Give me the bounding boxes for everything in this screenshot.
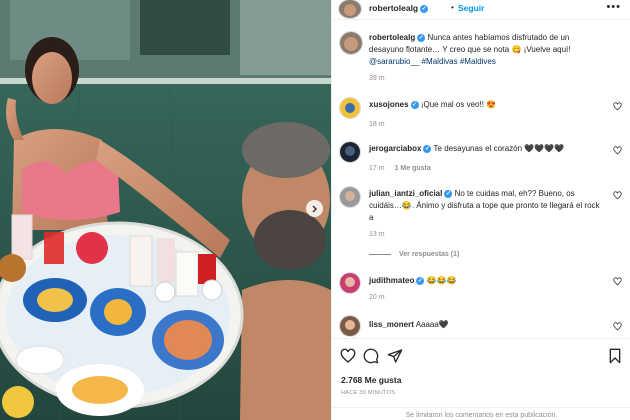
avatar-image: [339, 0, 361, 18]
likes-count[interactable]: 2.768 Me gusta: [341, 375, 401, 385]
comment-bubble-icon[interactable]: [363, 348, 379, 364]
verified-badge-icon: ✓: [417, 33, 426, 42]
comment-body: 😂😂😂: [426, 276, 457, 285]
avatar-image: [340, 273, 360, 293]
heart-icon[interactable]: [613, 102, 622, 111]
heart-icon[interactable]: [613, 277, 622, 286]
avatar-image: [340, 98, 360, 118]
comment-username[interactable]: xusojones: [369, 100, 409, 109]
comments-limited-notice: Se limitaron los comentarios en esta pub…: [332, 407, 630, 420]
caption-username[interactable]: robertolealg: [369, 33, 415, 42]
comment-meta: 20 m: [369, 294, 385, 301]
comment-likes[interactable]: 1 Me gusta: [395, 165, 431, 172]
replies-divider: [369, 253, 391, 255]
heart-icon[interactable]: [613, 322, 622, 331]
breakfast-pool-photo: [0, 0, 331, 420]
heart-icon[interactable]: [613, 191, 622, 200]
comment-text: xusojones ✓ ¡Que mal os veo!! 😍: [369, 99, 601, 111]
caption-text: robertolealg ✓ Nunca antes habíamos disfr…: [369, 32, 601, 68]
comment-text: judithmateo ✓ 😂😂😂: [369, 275, 601, 287]
comment-username[interactable]: judithmateo: [369, 276, 414, 285]
more-options-icon[interactable]: •••: [606, 1, 621, 13]
post-header: robertolealg ✓ • Seguir •••: [332, 0, 630, 20]
comment-time: 18 m: [369, 121, 385, 128]
follow-button[interactable]: Seguir: [458, 3, 484, 13]
comment-username[interactable]: julian_iantzi_oficial: [369, 189, 442, 198]
commenter-avatar[interactable]: [340, 316, 360, 336]
verified-badge-icon: ✓: [423, 144, 432, 153]
carousel-next-button[interactable]: [306, 200, 323, 217]
bookmark-icon[interactable]: [607, 348, 623, 364]
comment-username[interactable]: liss_monert: [369, 320, 414, 329]
commenter-avatar[interactable]: [340, 98, 360, 118]
author-username[interactable]: robertolealg ✓: [369, 3, 429, 13]
chevron-right-icon: [312, 205, 317, 212]
avatar-image: [340, 142, 360, 162]
comment-text: jerogarciabox ✓ Te desayunas el corazón 🖤…: [369, 143, 601, 155]
verified-badge-icon: ✓: [416, 276, 425, 285]
post-time: HACE 39 MINUTOS: [341, 390, 396, 396]
post-actions: 2.768 Me gusta HACE 39 MINUTOS Se limita…: [332, 338, 630, 420]
caption-mention[interactable]: @sararubio__: [369, 57, 419, 66]
commenter-avatar[interactable]: [340, 187, 360, 207]
comment-body: Te desayunas el corazón 🖤🖤🖤🖤: [433, 144, 565, 153]
comment-time: 17 m: [369, 165, 385, 172]
commenter-avatar[interactable]: [340, 273, 360, 293]
caption-avatar[interactable]: [340, 32, 362, 54]
comment-meta: 13 m: [369, 231, 385, 238]
author-avatar[interactable]: [339, 0, 361, 18]
comment-meta: 17 m 1 Me gusta: [369, 165, 431, 172]
comment-time: 13 m: [369, 231, 385, 238]
view-replies-label[interactable]: Ver respuestas (1): [399, 251, 459, 258]
comment-text: liss_monert Aaaaa🖤: [369, 319, 601, 331]
heart-icon[interactable]: [340, 348, 356, 364]
heart-icon[interactable]: [613, 146, 622, 155]
post-side-panel: robertolealg ✓ • Seguir ••• robertolealg ✓…: [331, 0, 630, 420]
verified-badge-icon: ✓: [410, 100, 419, 109]
view-replies-button[interactable]: Ver respuestas (1): [369, 251, 459, 258]
comment-body: Aaaaa🖤: [415, 320, 449, 329]
verified-badge-icon: ✓: [444, 189, 453, 198]
commenter-avatar[interactable]: [340, 142, 360, 162]
post-photo: [0, 0, 331, 420]
comment-time: 20 m: [369, 294, 385, 301]
comment-body: ¡Que mal os veo!! 😍: [420, 100, 497, 109]
caption-hashtags[interactable]: #Maldivas #Maldives: [422, 57, 496, 66]
comment-text: julian_iantzi_oficial ✓ No te cuidas mal,…: [369, 188, 601, 224]
caption-time: 39 m: [369, 75, 385, 82]
paper-plane-icon[interactable]: [387, 348, 403, 364]
comment-meta: 18 m: [369, 121, 385, 128]
avatar-image: [340, 187, 360, 207]
separator: •: [451, 3, 454, 12]
verified-badge-icon: ✓: [420, 4, 429, 13]
comment-username[interactable]: jerogarciabox: [369, 144, 421, 153]
avatar-image: [340, 32, 362, 54]
avatar-image: [340, 316, 360, 336]
